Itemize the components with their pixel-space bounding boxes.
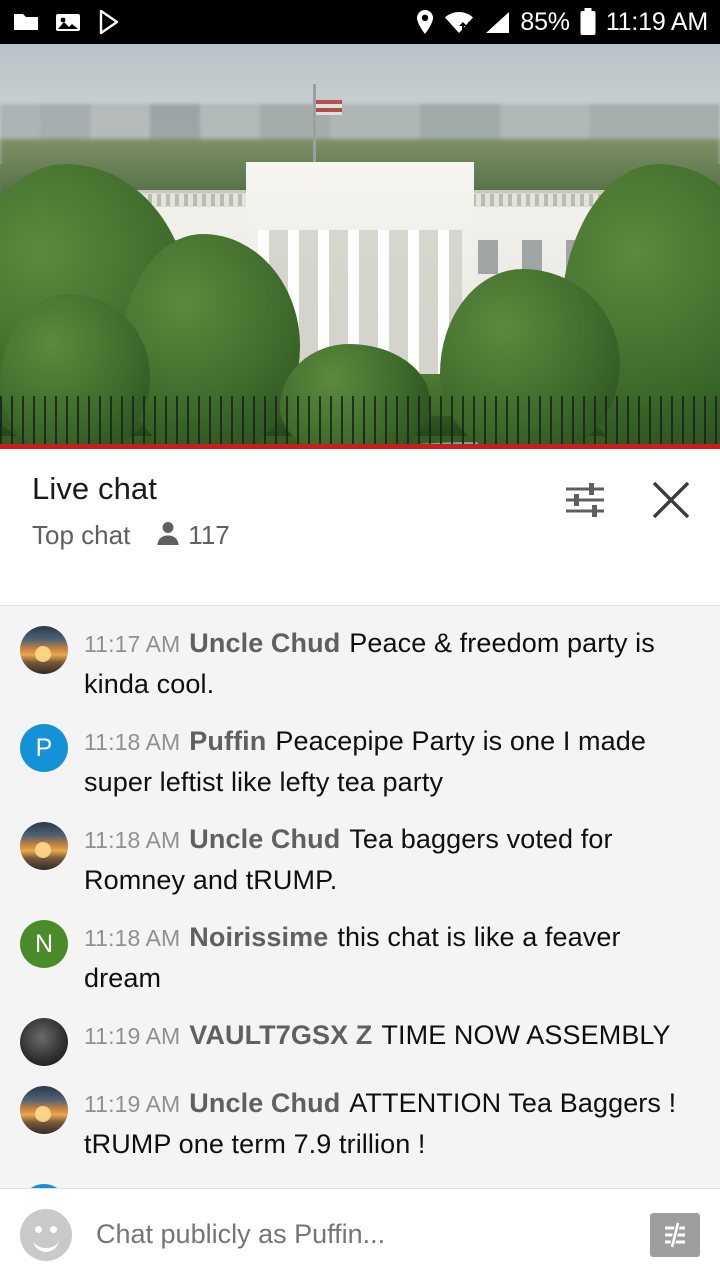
message-timestamp: 11:19 AM xyxy=(84,1091,181,1117)
message-timestamp: 11:18 AM xyxy=(84,729,181,755)
message-author[interactable]: Uncle Chud xyxy=(189,824,340,854)
list-item[interactable]: 11:19 AM Uncle Chud ATTENTION Tea Baggers … xyxy=(0,1074,720,1172)
chat-mode-label[interactable]: Top chat xyxy=(32,520,130,551)
flag-icon xyxy=(316,100,342,115)
live-chat-header: Live chat Top chat 117 xyxy=(0,449,720,606)
list-item[interactable]: N 11:18 AM Noirissime this chat is like a … xyxy=(0,908,720,1006)
smiley-eye-right xyxy=(50,1225,57,1233)
message-author[interactable]: Uncle Chud xyxy=(189,1088,340,1118)
viewer-count: 117 xyxy=(188,520,230,550)
status-bar: 85% 11:19 AM xyxy=(0,0,720,44)
list-item[interactable]: 11:17 AM Uncle Chud Peace & freedom party … xyxy=(0,614,720,712)
message-author[interactable]: Uncle Chud xyxy=(189,628,340,658)
chat-header-actions xyxy=(562,477,694,528)
avatar[interactable]: N xyxy=(20,920,68,968)
list-item[interactable]: P 11:18 AM Puffin Peacepipe Party is one I… xyxy=(0,712,720,810)
list-item[interactable]: 11:18 AM Uncle Chud Tea baggers voted for … xyxy=(0,810,720,908)
signal-icon xyxy=(483,9,511,35)
smiley-eye-left xyxy=(35,1225,42,1233)
message-timestamp: 11:18 AM xyxy=(84,827,181,853)
chat-composer xyxy=(0,1188,720,1280)
sliders-icon[interactable] xyxy=(562,478,608,527)
status-bar-clock: 11:19 AM xyxy=(605,7,708,36)
battery-icon xyxy=(579,8,597,36)
avatar[interactable] xyxy=(20,1018,68,1066)
battery-percent-label: 85% xyxy=(520,7,570,36)
message-body: 11:18 AM Uncle Chud Tea baggers voted for … xyxy=(84,818,702,900)
avatar[interactable] xyxy=(20,1086,68,1134)
status-bar-system-icons: 85% 11:19 AM xyxy=(415,8,708,37)
message-body: 11:18 AM Noirissime this chat is like a fe… xyxy=(84,916,702,998)
message-author[interactable]: VAULT7GSX Z xyxy=(189,1020,372,1050)
viewer-count-group: 117 xyxy=(156,520,230,551)
message-timestamp: 11:19 AM xyxy=(84,1023,181,1049)
message-body: 11:19 AM VAULT7GSX Z TIME NOW ASSEMBLY xyxy=(84,1014,702,1066)
message-author[interactable]: Noirissime xyxy=(189,922,328,952)
message-timestamp: 11:18 AM xyxy=(84,925,181,951)
avatar[interactable] xyxy=(20,626,68,674)
message-body: 11:19 AM Uncle Chud ATTENTION Tea Baggers … xyxy=(84,1082,702,1164)
avatar[interactable] xyxy=(20,822,68,870)
smiley-mouth xyxy=(33,1236,59,1252)
message-body: 11:18 AM Puffin Peacepipe Party is one I m… xyxy=(84,720,702,802)
play-store-icon xyxy=(96,9,122,35)
message-text: TIME NOW ASSEMBLY xyxy=(381,1020,671,1050)
video-player[interactable] xyxy=(0,44,720,449)
smiley-icon[interactable] xyxy=(20,1208,72,1261)
fence xyxy=(0,396,720,448)
avatar[interactable]: P xyxy=(20,724,68,772)
message-author[interactable]: Puffin xyxy=(189,726,266,756)
list-item[interactable]: 11:19 AM VAULT7GSX Z TIME NOW ASSEMBLY xyxy=(0,1006,720,1074)
wifi-icon xyxy=(444,9,474,35)
person-icon xyxy=(156,520,180,551)
status-bar-notification-icons xyxy=(12,9,122,35)
chat-input[interactable] xyxy=(94,1218,650,1251)
message-timestamp: 11:17 AM xyxy=(84,631,181,657)
close-icon[interactable] xyxy=(648,477,694,528)
super-chat-icon[interactable] xyxy=(650,1212,700,1257)
location-icon xyxy=(415,9,435,35)
folder-icon xyxy=(12,10,40,34)
avatar-letter: N xyxy=(34,929,54,958)
avatar-letter: P xyxy=(35,733,53,762)
photo-icon xyxy=(54,10,82,34)
chat-message-list[interactable]: 11:17 AM Uncle Chud Peace & freedom party … xyxy=(0,606,720,1244)
message-body: 11:17 AM Uncle Chud Peace & freedom party … xyxy=(84,622,702,704)
